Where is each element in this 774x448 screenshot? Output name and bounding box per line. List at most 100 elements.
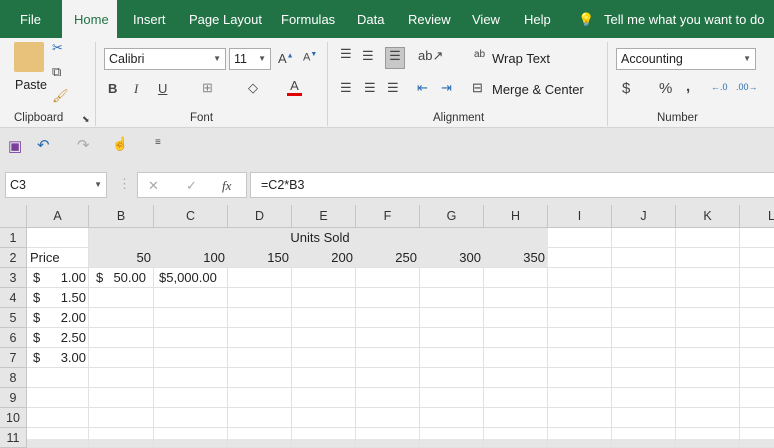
column-header-L[interactable]: L: [740, 205, 774, 228]
undo-icon[interactable]: ↶: [37, 136, 50, 154]
cell-K7[interactable]: [676, 348, 740, 368]
cell-J9[interactable]: [612, 388, 676, 408]
cell-D5[interactable]: [228, 308, 292, 328]
cell-C9[interactable]: [154, 388, 228, 408]
cell-C7[interactable]: [154, 348, 228, 368]
tab-data[interactable]: Data: [345, 0, 396, 38]
cell-I4[interactable]: [548, 288, 612, 308]
cell-B6[interactable]: [89, 328, 154, 348]
cell-G8[interactable]: [420, 368, 484, 388]
number-format-select[interactable]: Accounting ▼: [616, 48, 756, 70]
cell-E6[interactable]: [292, 328, 356, 348]
cell-E11[interactable]: [292, 428, 356, 448]
cell-A11[interactable]: [27, 428, 89, 448]
cell-I8[interactable]: [548, 368, 612, 388]
cell-J1[interactable]: [612, 228, 676, 248]
cell-A8[interactable]: [27, 368, 89, 388]
middle-align-icon[interactable]: ☰: [362, 48, 374, 64]
touch-mode-icon[interactable]: ☝: [112, 136, 128, 152]
increase-decimal-icon[interactable]: ←.0: [711, 82, 728, 92]
drag-handle-icon[interactable]: ⋮: [118, 176, 131, 192]
cell-H1[interactable]: [484, 228, 548, 248]
center-icon[interactable]: ☰: [364, 80, 376, 96]
cell-I9[interactable]: [548, 388, 612, 408]
cell-B4[interactable]: [89, 288, 154, 308]
column-header-J[interactable]: J: [612, 205, 676, 228]
cell-E7[interactable]: [292, 348, 356, 368]
cell-D11[interactable]: [228, 428, 292, 448]
font-size-select[interactable]: 11 ▼: [229, 48, 271, 70]
cell-I5[interactable]: [548, 308, 612, 328]
font-name-select[interactable]: Calibri ▼: [104, 48, 226, 70]
cell-C8[interactable]: [154, 368, 228, 388]
column-header-K[interactable]: K: [676, 205, 740, 228]
cell-H5[interactable]: [484, 308, 548, 328]
cell-B11[interactable]: [89, 428, 154, 448]
row-header-6[interactable]: 6: [0, 328, 27, 348]
cell-G11[interactable]: [420, 428, 484, 448]
cell-D10[interactable]: [228, 408, 292, 428]
column-header-A[interactable]: A: [27, 205, 89, 228]
cell-B7[interactable]: [89, 348, 154, 368]
cell-I10[interactable]: [548, 408, 612, 428]
cell-K2[interactable]: [676, 248, 740, 268]
cell-G6[interactable]: [420, 328, 484, 348]
cell-C6[interactable]: [154, 328, 228, 348]
top-align-icon[interactable]: ☰: [340, 46, 352, 62]
spreadsheet-grid[interactable]: A B C D E F G H I J K L 1 2 3 4 5 6 7 8 9 10 11 Units Sold Price…: [0, 205, 774, 448]
cell-B9[interactable]: [89, 388, 154, 408]
cell-J11[interactable]: [612, 428, 676, 448]
cell-J4[interactable]: [612, 288, 676, 308]
cell-I6[interactable]: [548, 328, 612, 348]
tab-insert[interactable]: Insert: [121, 0, 178, 38]
cut-icon[interactable]: ✂: [52, 40, 63, 56]
column-header-C[interactable]: C: [154, 205, 228, 228]
column-header-H[interactable]: H: [484, 205, 548, 228]
insert-function-icon[interactable]: fx: [222, 176, 231, 196]
cell-H7[interactable]: [484, 348, 548, 368]
cell-F4[interactable]: [356, 288, 420, 308]
align-right-icon[interactable]: ☰: [387, 80, 399, 96]
dialog-launcher-icon[interactable]: ⬊: [82, 114, 90, 125]
tell-me-search[interactable]: Tell me what you want to do: [592, 0, 774, 38]
decrease-indent-icon[interactable]: ⇤: [417, 80, 428, 96]
cell-F11[interactable]: [356, 428, 420, 448]
comma-button[interactable]: ,: [686, 78, 690, 95]
bold-button[interactable]: B: [108, 81, 117, 96]
cell-L6[interactable]: [740, 328, 774, 348]
cell-K11[interactable]: [676, 428, 740, 448]
cell-L3[interactable]: [740, 268, 774, 288]
row-header-8[interactable]: 8: [0, 368, 27, 388]
bottom-align-icon[interactable]: ☰: [385, 47, 405, 69]
cell-D7[interactable]: [228, 348, 292, 368]
cell-C4[interactable]: [154, 288, 228, 308]
cell-K3[interactable]: [676, 268, 740, 288]
cell-I11[interactable]: [548, 428, 612, 448]
cell-L7[interactable]: [740, 348, 774, 368]
font-color-icon[interactable]: A: [287, 78, 302, 96]
cell-B10[interactable]: [89, 408, 154, 428]
increase-indent-icon[interactable]: ⇥: [441, 80, 452, 96]
row-header-1[interactable]: 1: [0, 228, 27, 248]
cell-J3[interactable]: [612, 268, 676, 288]
cell-D4[interactable]: [228, 288, 292, 308]
cell-L2[interactable]: [740, 248, 774, 268]
cell-I2[interactable]: [548, 248, 612, 268]
cell-E9[interactable]: [292, 388, 356, 408]
percent-button[interactable]: %: [659, 80, 672, 97]
cell-K8[interactable]: [676, 368, 740, 388]
row-header-5[interactable]: 5: [0, 308, 27, 328]
cell-B1[interactable]: [89, 228, 154, 248]
tab-help[interactable]: Help: [512, 0, 563, 38]
cell-K6[interactable]: [676, 328, 740, 348]
cell-D3[interactable]: [228, 268, 292, 288]
cell-K1[interactable]: [676, 228, 740, 248]
column-header-I[interactable]: I: [548, 205, 612, 228]
cell-K9[interactable]: [676, 388, 740, 408]
tab-page-layout[interactable]: Page Layout: [177, 0, 274, 38]
borders-icon[interactable]: ⊞: [202, 80, 213, 96]
row-header-3[interactable]: 3: [0, 268, 27, 288]
orientation-icon[interactable]: ab↗: [418, 48, 443, 64]
cell-G4[interactable]: [420, 288, 484, 308]
cell-C10[interactable]: [154, 408, 228, 428]
